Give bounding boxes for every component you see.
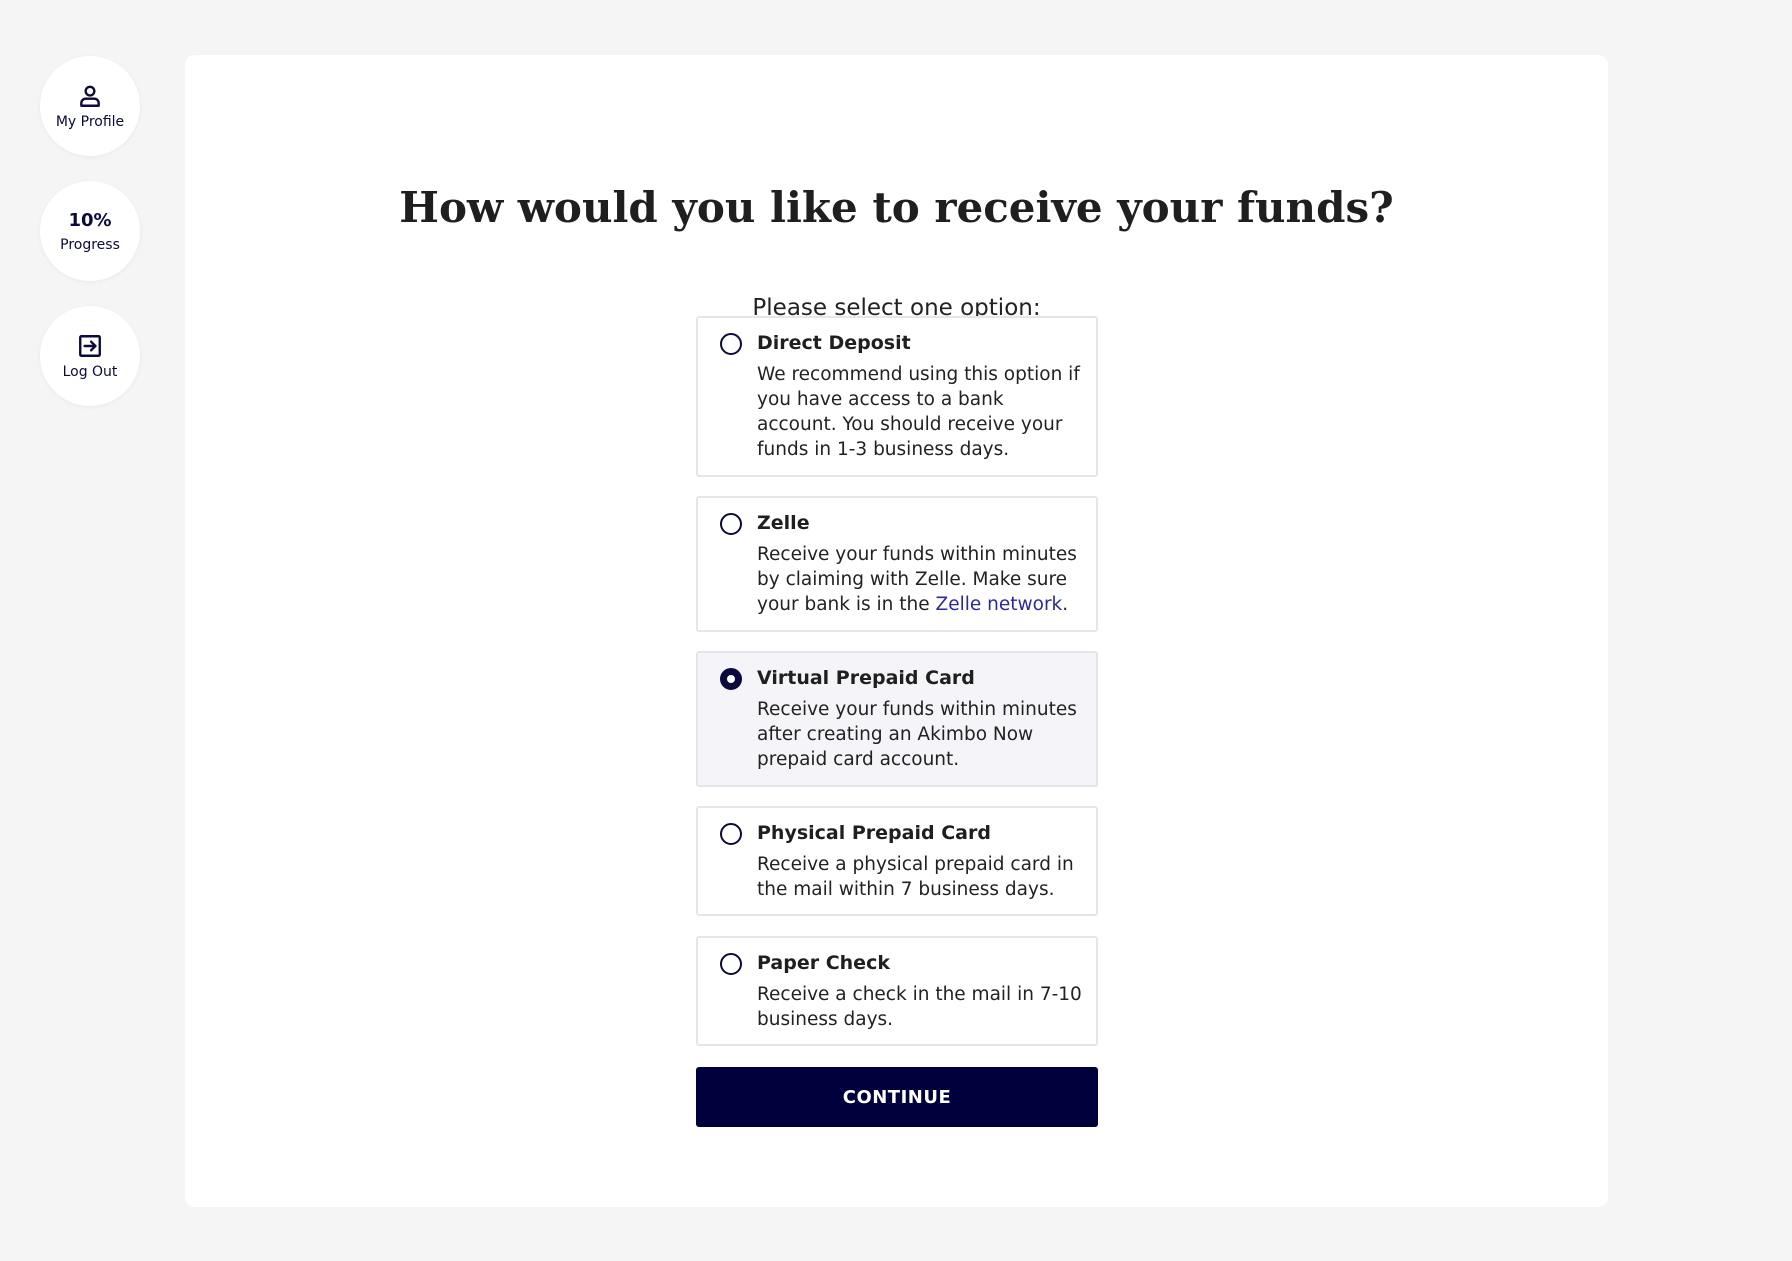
option-title: Zelle	[757, 512, 810, 534]
log-out-label: Log Out	[62, 364, 118, 380]
option-title: Physical Prepaid Card	[757, 822, 991, 844]
option-description: We recommend using this option if you ha…	[757, 364, 1080, 460]
person-icon	[77, 82, 103, 110]
zelle-radio[interactable]	[720, 513, 742, 535]
progress-label: Progress	[60, 237, 120, 253]
option-direct-deposit[interactable]: Direct Deposit We recommend using this o…	[696, 316, 1098, 477]
direct-deposit-radio[interactable]	[720, 333, 742, 355]
option-physical-prepaid-card[interactable]: Physical Prepaid Card Receive a physical…	[696, 806, 1098, 916]
option-paper-check[interactable]: Paper Check Receive a check in the mail …	[696, 936, 1098, 1046]
option-description: Receive a check in the mail in 7-10 busi…	[757, 984, 1082, 1030]
option-description: Receive your funds within minutes after …	[757, 699, 1077, 770]
continue-button[interactable]: CONTINUE	[696, 1067, 1098, 1127]
option-description: Receive your funds within minutes by cla…	[757, 542, 1082, 617]
my-profile-label: My Profile	[55, 114, 125, 130]
logout-icon	[77, 332, 103, 360]
page-title: How would you like to receive your funds…	[399, 183, 1394, 232]
option-description: Receive a physical prepaid card in the m…	[757, 854, 1074, 900]
progress-value: 10%	[68, 210, 112, 231]
option-title: Paper Check	[757, 952, 890, 974]
physical-prepaid-card-radio[interactable]	[720, 823, 742, 845]
zelle-description-end: .	[1062, 594, 1069, 615]
main-card: How would you like to receive your funds…	[185, 55, 1608, 1207]
my-profile-button[interactable]: My Profile	[40, 56, 140, 156]
paper-check-radio[interactable]	[720, 953, 742, 975]
option-virtual-prepaid-card[interactable]: Virtual Prepaid Card Receive your funds …	[696, 651, 1098, 787]
option-zelle[interactable]: Zelle Receive your funds within minutes …	[696, 496, 1098, 632]
option-title: Direct Deposit	[757, 332, 911, 354]
zelle-network-link[interactable]: Zelle network	[936, 594, 1063, 615]
progress-indicator: 10% Progress	[40, 181, 140, 281]
option-title: Virtual Prepaid Card	[757, 667, 975, 689]
log-out-button[interactable]: Log Out	[40, 306, 140, 406]
virtual-prepaid-card-radio[interactable]	[720, 668, 742, 690]
